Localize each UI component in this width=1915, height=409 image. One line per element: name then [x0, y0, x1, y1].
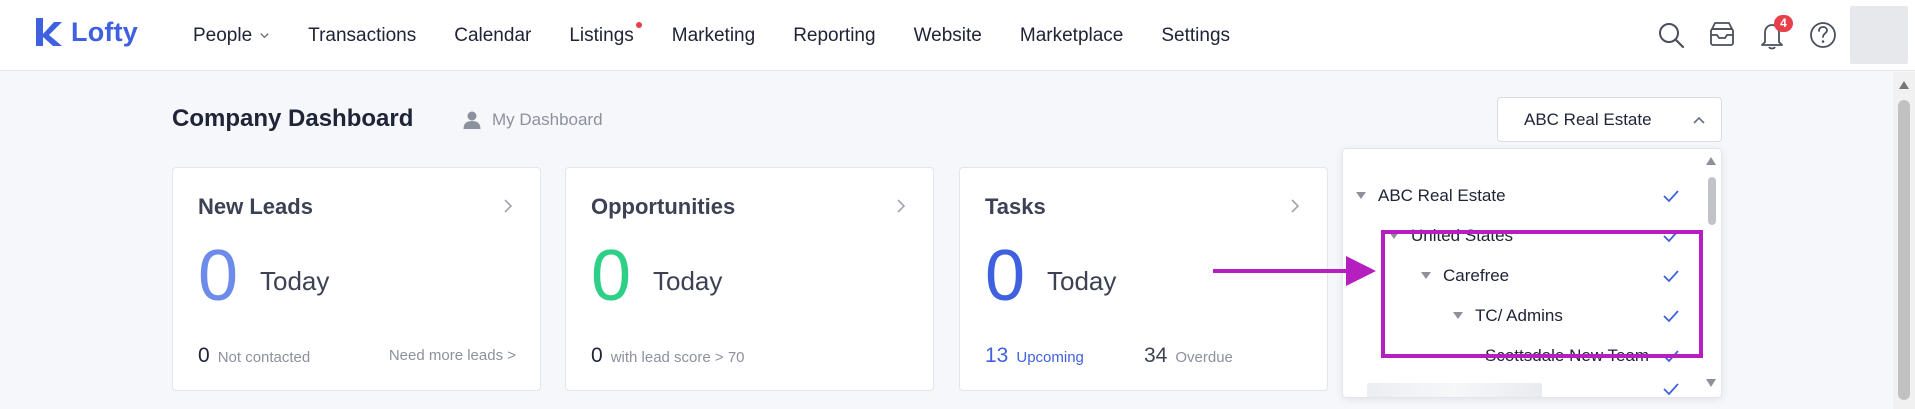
- overdue-count: 34: [1144, 344, 1168, 367]
- period-label: Today: [653, 266, 723, 296]
- upcoming-label: Upcoming: [1016, 349, 1084, 366]
- nav-people[interactable]: People: [193, 25, 270, 47]
- annotation-arrow-line: [1213, 269, 1348, 273]
- tree-item-abc-real-estate[interactable]: ABC Real Estate: [1343, 176, 1701, 216]
- tree-scrollbar-thumb[interactable]: [1708, 177, 1716, 225]
- nav-people-label: People: [193, 24, 253, 46]
- need-more-leads-link[interactable]: Need more leads >: [389, 347, 516, 364]
- lofty-logo-icon: [36, 18, 62, 46]
- logo-text: Lofty: [71, 16, 138, 47]
- notifications-button[interactable]: 4: [1757, 15, 1793, 52]
- nav-marketplace[interactable]: Marketplace: [1020, 25, 1124, 47]
- nav-settings[interactable]: Settings: [1161, 25, 1230, 47]
- tree-item-label: ABC Real Estate: [1378, 186, 1506, 205]
- upcoming-tasks-stat[interactable]: 13 Upcoming: [985, 344, 1084, 368]
- page-title: Company Dashboard: [172, 105, 414, 132]
- upcoming-count: 13: [985, 344, 1009, 367]
- new-leads-count: 0: [198, 236, 239, 316]
- scroll-down-arrow-icon[interactable]: [1706, 379, 1716, 387]
- page-scrollbar-thumb[interactable]: [1898, 100, 1910, 400]
- inbox-icon: [1710, 22, 1734, 46]
- my-dashboard-label: My Dashboard: [492, 110, 603, 129]
- chevron-down-icon: [260, 33, 269, 39]
- check-icon: [1663, 190, 1679, 203]
- page-scrollbar[interactable]: [1893, 72, 1915, 409]
- help-button[interactable]: [1807, 18, 1839, 52]
- card-title: New Leads: [198, 194, 313, 219]
- notification-count-badge: 4: [1774, 15, 1793, 32]
- overdue-tasks-stat[interactable]: 34 Overdue: [1144, 344, 1233, 368]
- nav-website-label: Website: [913, 24, 982, 46]
- scroll-up-arrow-icon[interactable]: [1899, 81, 1909, 89]
- top-nav-bar: Lofty People Transactions Calendar Listi…: [0, 0, 1915, 71]
- chevron-up-icon: [1693, 116, 1705, 124]
- search-icon: [1659, 23, 1685, 49]
- chevron-right-icon[interactable]: [894, 197, 908, 215]
- nav-settings-label: Settings: [1161, 24, 1231, 46]
- opportunities-count: 0: [591, 236, 632, 316]
- search-button[interactable]: [1656, 18, 1688, 52]
- annotation-arrow-head: [1346, 256, 1376, 286]
- nav-marketing-label: Marketing: [671, 24, 756, 46]
- inbox-button[interactable]: [1706, 18, 1738, 52]
- nav-listings-label: Listings: [569, 24, 634, 46]
- nav-listings[interactable]: Listings: [569, 21, 642, 47]
- user-icon: [463, 111, 481, 129]
- check-icon: [1663, 383, 1679, 396]
- overdue-label: Overdue: [1175, 349, 1233, 366]
- new-leads-card[interactable]: New Leads 0 Today 0 Not contacted Need m…: [172, 167, 541, 391]
- tree-item-redacted[interactable]: [1343, 376, 1701, 397]
- lead-score-count: 0: [591, 344, 603, 367]
- scroll-up-arrow-icon[interactable]: [1706, 157, 1716, 165]
- nav-calendar-label: Calendar: [454, 24, 532, 46]
- chevron-right-icon[interactable]: [1288, 197, 1302, 215]
- period-label: Today: [260, 266, 330, 296]
- main-nav: People Transactions Calendar Listings Ma…: [193, 0, 1268, 71]
- card-title: Opportunities: [591, 194, 736, 219]
- tasks-count: 0: [985, 236, 1026, 316]
- nav-transactions[interactable]: Transactions: [308, 25, 416, 47]
- organization-select[interactable]: ABC Real Estate: [1497, 97, 1722, 142]
- nav-website[interactable]: Website: [914, 25, 982, 47]
- tasks-card[interactable]: Tasks 0 Today 13 Upcoming 34 Overdue: [959, 167, 1328, 391]
- opportunities-card[interactable]: Opportunities 0 Today 0 with lead score …: [565, 167, 934, 391]
- logo[interactable]: Lofty: [33, 16, 138, 48]
- nav-calendar[interactable]: Calendar: [454, 25, 531, 47]
- help-icon: [1810, 22, 1836, 48]
- nav-reporting-label: Reporting: [793, 24, 876, 46]
- redacted-label: [1367, 383, 1542, 397]
- nav-marketplace-label: Marketplace: [1019, 24, 1124, 46]
- not-contacted-count: 0: [198, 344, 210, 367]
- caret-down-icon[interactable]: [1356, 192, 1366, 200]
- nav-marketing[interactable]: Marketing: [672, 25, 755, 47]
- not-contacted-label: Not contacted: [217, 349, 311, 366]
- nav-transactions-label: Transactions: [308, 24, 417, 46]
- not-contacted-stat: 0 Not contacted: [198, 344, 310, 368]
- listings-notification-dot: [635, 21, 642, 28]
- annotation-highlight-box: [1381, 230, 1703, 358]
- lead-score-label: with lead score > 70: [610, 349, 745, 366]
- chevron-right-icon[interactable]: [501, 197, 515, 215]
- my-dashboard-link[interactable]: My Dashboard: [462, 110, 603, 130]
- avatar[interactable]: [1850, 6, 1908, 64]
- nav-reporting[interactable]: Reporting: [793, 25, 875, 47]
- organization-select-value: ABC Real Estate: [1524, 109, 1652, 129]
- card-title: Tasks: [985, 194, 1046, 219]
- tree-scrollbar[interactable]: [1701, 149, 1721, 397]
- period-label: Today: [1047, 266, 1117, 296]
- lead-score-stat: 0 with lead score > 70: [591, 344, 745, 368]
